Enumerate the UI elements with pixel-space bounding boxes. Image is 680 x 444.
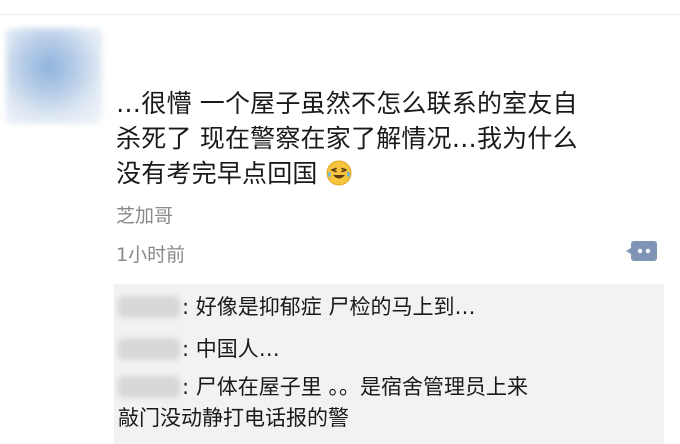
top-divider — [0, 14, 680, 15]
reply-author-blurred — [118, 338, 180, 360]
post-line-3-text: 没有考完早点回国 — [116, 159, 318, 188]
reply-text: 尸体在屋子里 。。是宿舍管理员上来 — [195, 375, 528, 399]
post-line-3: 没有考完早点回国 — [116, 156, 636, 191]
laughing-crying-emoji-icon — [326, 160, 352, 186]
post-line-1: …很懵 一个屋子虽然不怎么联系的室友自 — [116, 89, 578, 118]
author-name[interactable]: 芝加哥 — [116, 201, 173, 228]
reply-text: 好像是抑郁症 尸检的马上到… — [195, 295, 476, 319]
reply-item[interactable]: : 好像是抑郁症 尸检的马上到… — [114, 292, 664, 323]
post-time: 1小时前 — [116, 244, 186, 266]
reply-colon: : — [182, 375, 190, 399]
reply-colon: : — [182, 337, 190, 361]
reply-author-blurred — [118, 376, 180, 398]
reply-item[interactable]: : 中国人… — [114, 334, 664, 365]
post-text: …很懵 一个屋子虽然不怎么联系的室友自 杀死了 现在警察在家了解情况…我为什么 … — [116, 86, 636, 191]
reply-item[interactable]: : 尸体在屋子里 。。是宿舍管理员上来 敲门没动静打电话报的警 — [114, 372, 664, 434]
post-line-2: 杀死了 现在警察在家了解情况…我为什么 — [116, 124, 578, 153]
reply-text: 中国人… — [195, 337, 280, 361]
avatar[interactable] — [6, 28, 102, 124]
reply-colon: : — [182, 295, 190, 319]
reply-author-blurred — [118, 296, 180, 318]
reply-text-line-2: 敲门没动静打电话报的警 — [118, 406, 349, 430]
replies-panel: : 好像是抑郁症 尸检的马上到… : 中国人… : 尸体在屋子里 。。是宿舍管理… — [114, 284, 664, 444]
comment-icon[interactable] — [625, 238, 659, 264]
